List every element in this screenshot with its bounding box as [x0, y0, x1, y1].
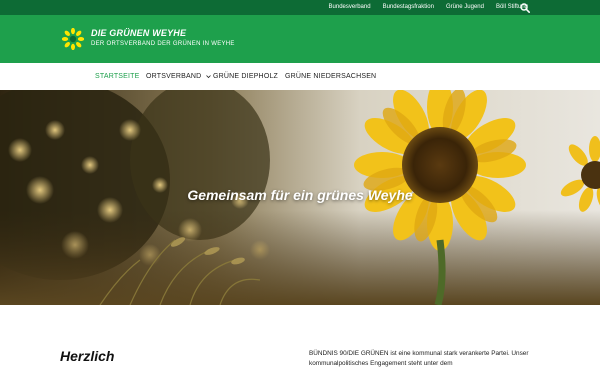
- service-link-bundesverband[interactable]: Bundesverband: [329, 0, 371, 15]
- service-bar: Bundesverband Bundestagsfraktion Grüne J…: [0, 0, 600, 15]
- service-link-bundestagsfraktion[interactable]: Bundestagsfraktion: [383, 0, 434, 15]
- search-icon[interactable]: [520, 3, 530, 13]
- nav-item-gruene-diepholz[interactable]: GRÜNE DIEPHOLZ: [213, 63, 278, 90]
- nav-item-ortsverband-label: ORTSVERBAND: [146, 73, 202, 80]
- site-subtitle: DER ORTSVERBAND DER GRÜNEN IN WEYHE: [91, 41, 235, 47]
- service-links: Bundesverband Bundestagsfraktion Grüne J…: [317, 0, 528, 15]
- nav-item-startseite[interactable]: STARTSEITE: [95, 63, 140, 90]
- hero-title: Gemeinsam für ein grünes Weyhe: [187, 187, 413, 203]
- hero-banner: Gemeinsam für ein grünes Weyhe: [0, 90, 600, 305]
- service-link-gruene-jugend[interactable]: Grüne Jugend: [446, 0, 484, 15]
- site-title[interactable]: DIE GRÜNEN WEYHE: [91, 28, 186, 38]
- intro-text: BÜNDNIS 90/DIE GRÜNEN ist eine kommunal …: [309, 350, 529, 367]
- main-nav: STARTSEITE ORTSVERBAND GRÜNE DIEPHOLZ GR…: [0, 63, 600, 90]
- sunflower-icon[interactable]: [62, 28, 84, 50]
- welcome-heading: Herzlich: [60, 348, 115, 364]
- chevron-down-icon: [205, 74, 211, 78]
- site-header: [0, 15, 600, 63]
- nav-item-gruene-niedersachsen[interactable]: GRÜNE NIEDERSACHSEN: [285, 63, 376, 90]
- nav-item-ortsverband[interactable]: ORTSVERBAND: [146, 63, 211, 90]
